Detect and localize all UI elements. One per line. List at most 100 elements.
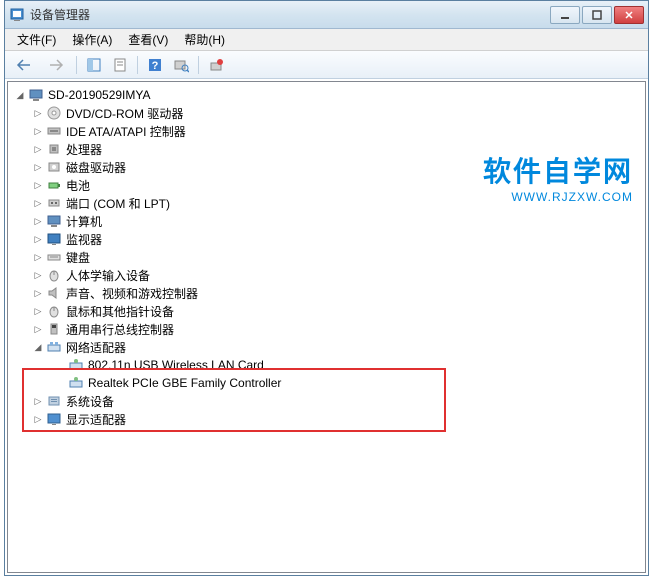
tree-item[interactable]: ▷ 显示适配器 bbox=[10, 410, 643, 428]
expander-spacer bbox=[54, 377, 66, 389]
disk-icon bbox=[46, 159, 62, 175]
toolbar-separator bbox=[137, 56, 138, 74]
system-icon bbox=[46, 393, 62, 409]
item-label: 磁盘驱动器 bbox=[66, 159, 126, 176]
tree-item-network-adapter[interactable]: 802.11n USB Wireless LAN Card bbox=[10, 356, 643, 374]
expander-spacer bbox=[54, 359, 66, 371]
tree-item[interactable]: ▷ 磁盘驱动器 bbox=[10, 158, 643, 176]
monitor-icon bbox=[46, 231, 62, 247]
expand-icon[interactable]: ▷ bbox=[32, 269, 44, 281]
properties-button[interactable] bbox=[108, 54, 132, 76]
network-icon bbox=[46, 339, 62, 355]
item-label: 计算机 bbox=[66, 213, 102, 230]
app-icon bbox=[9, 7, 25, 23]
item-label: 处理器 bbox=[66, 141, 102, 158]
tree-item[interactable]: ▷ 声音、视频和游戏控制器 bbox=[10, 284, 643, 302]
maximize-button[interactable] bbox=[582, 6, 612, 24]
port-icon bbox=[46, 195, 62, 211]
window-title: 设备管理器 bbox=[30, 6, 548, 23]
root-label: SD-20190529IMYA bbox=[48, 88, 151, 102]
usb-icon bbox=[46, 321, 62, 337]
expand-icon[interactable]: ▷ bbox=[32, 305, 44, 317]
tree-item[interactable]: ▷ 计算机 bbox=[10, 212, 643, 230]
minimize-button[interactable] bbox=[550, 6, 580, 24]
collapse-icon[interactable]: ◢ bbox=[32, 341, 44, 353]
scan-hardware-button[interactable] bbox=[169, 54, 193, 76]
display-icon bbox=[46, 411, 62, 427]
tree-item[interactable]: ▷ 电池 bbox=[10, 176, 643, 194]
menu-action[interactable]: 操作(A) bbox=[64, 29, 120, 50]
tree-item[interactable]: ▷ 监视器 bbox=[10, 230, 643, 248]
forward-button[interactable] bbox=[41, 54, 71, 76]
adapter-label: Realtek PCIe GBE Family Controller bbox=[88, 376, 281, 390]
ide-icon bbox=[46, 123, 62, 139]
collapse-icon[interactable]: ◢ bbox=[14, 89, 26, 101]
item-label: 鼠标和其他指针设备 bbox=[66, 303, 174, 320]
close-button[interactable] bbox=[614, 6, 644, 24]
expand-icon[interactable]: ▷ bbox=[32, 287, 44, 299]
tree-item[interactable]: ▷ 端口 (COM 和 LPT) bbox=[10, 194, 643, 212]
adapter-label: 802.11n USB Wireless LAN Card bbox=[88, 358, 264, 372]
item-label: 电池 bbox=[66, 177, 90, 194]
menubar: 文件(F) 操作(A) 查看(V) 帮助(H) bbox=[5, 29, 648, 51]
expand-icon[interactable]: ▷ bbox=[32, 125, 44, 137]
expand-icon[interactable]: ▷ bbox=[32, 179, 44, 191]
expand-icon[interactable]: ▷ bbox=[32, 143, 44, 155]
back-button[interactable] bbox=[9, 54, 39, 76]
menu-file[interactable]: 文件(F) bbox=[9, 29, 64, 50]
tree-item[interactable]: ▷ 键盘 bbox=[10, 248, 643, 266]
network-adapter-icon bbox=[68, 357, 84, 373]
toolbar-separator bbox=[198, 56, 199, 74]
device-manager-window: 设备管理器 文件(F) 操作(A) 查看(V) 帮助(H) bbox=[4, 0, 649, 576]
network-adapter-icon bbox=[68, 375, 84, 391]
mouse-icon bbox=[46, 303, 62, 319]
menu-view[interactable]: 查看(V) bbox=[120, 29, 176, 50]
uninstall-button[interactable] bbox=[204, 54, 228, 76]
cpu-icon bbox=[46, 141, 62, 157]
disc-icon bbox=[46, 105, 62, 121]
item-label: 声音、视频和游戏控制器 bbox=[66, 285, 198, 302]
tree-item-network[interactable]: ◢ 网络适配器 bbox=[10, 338, 643, 356]
item-label: 人体学输入设备 bbox=[66, 267, 150, 284]
tree-item[interactable]: ▷ 处理器 bbox=[10, 140, 643, 158]
window-controls bbox=[548, 6, 644, 24]
expand-icon[interactable]: ▷ bbox=[32, 413, 44, 425]
sound-icon bbox=[46, 285, 62, 301]
tree-item[interactable]: ▷ 系统设备 bbox=[10, 392, 643, 410]
tree-item[interactable]: ▷ IDE ATA/ATAPI 控制器 bbox=[10, 122, 643, 140]
item-label: 监视器 bbox=[66, 231, 102, 248]
tree-item[interactable]: ▷ 人体学输入设备 bbox=[10, 266, 643, 284]
computer-icon bbox=[28, 87, 44, 103]
expand-icon[interactable]: ▷ bbox=[32, 197, 44, 209]
expand-icon[interactable]: ▷ bbox=[32, 323, 44, 335]
tree-item[interactable]: ▷ 鼠标和其他指针设备 bbox=[10, 302, 643, 320]
item-label: 显示适配器 bbox=[66, 411, 126, 428]
toolbar-separator bbox=[76, 56, 77, 74]
item-label: 端口 (COM 和 LPT) bbox=[66, 195, 170, 212]
item-label: 键盘 bbox=[66, 249, 90, 266]
expand-icon[interactable]: ▷ bbox=[32, 215, 44, 227]
expand-icon[interactable]: ▷ bbox=[32, 161, 44, 173]
tree-item[interactable]: ▷ DVD/CD-ROM 驱动器 bbox=[10, 104, 643, 122]
computer-icon bbox=[46, 213, 62, 229]
help-button[interactable]: ? bbox=[143, 54, 167, 76]
hid-icon bbox=[46, 267, 62, 283]
item-label: 通用串行总线控制器 bbox=[66, 321, 174, 338]
item-label: IDE ATA/ATAPI 控制器 bbox=[66, 123, 186, 140]
expand-icon[interactable]: ▷ bbox=[32, 233, 44, 245]
menu-help[interactable]: 帮助(H) bbox=[176, 29, 233, 50]
expand-icon[interactable]: ▷ bbox=[32, 107, 44, 119]
battery-icon bbox=[46, 177, 62, 193]
tree-item-network-adapter[interactable]: Realtek PCIe GBE Family Controller bbox=[10, 374, 643, 392]
toolbar: ? bbox=[5, 51, 648, 79]
item-label: DVD/CD-ROM 驱动器 bbox=[66, 105, 183, 122]
titlebar[interactable]: 设备管理器 bbox=[5, 1, 648, 29]
show-hide-tree-button[interactable] bbox=[82, 54, 106, 76]
keyboard-icon bbox=[46, 249, 62, 265]
expand-icon[interactable]: ▷ bbox=[32, 395, 44, 407]
item-label: 系统设备 bbox=[66, 393, 114, 410]
tree-item[interactable]: ▷ 通用串行总线控制器 bbox=[10, 320, 643, 338]
tree-root[interactable]: ◢ SD-20190529IMYA bbox=[10, 86, 643, 104]
expand-icon[interactable]: ▷ bbox=[32, 251, 44, 263]
device-tree[interactable]: ◢ SD-20190529IMYA ▷ DVD/CD-ROM 驱动器 ▷ IDE AT… bbox=[7, 81, 646, 573]
